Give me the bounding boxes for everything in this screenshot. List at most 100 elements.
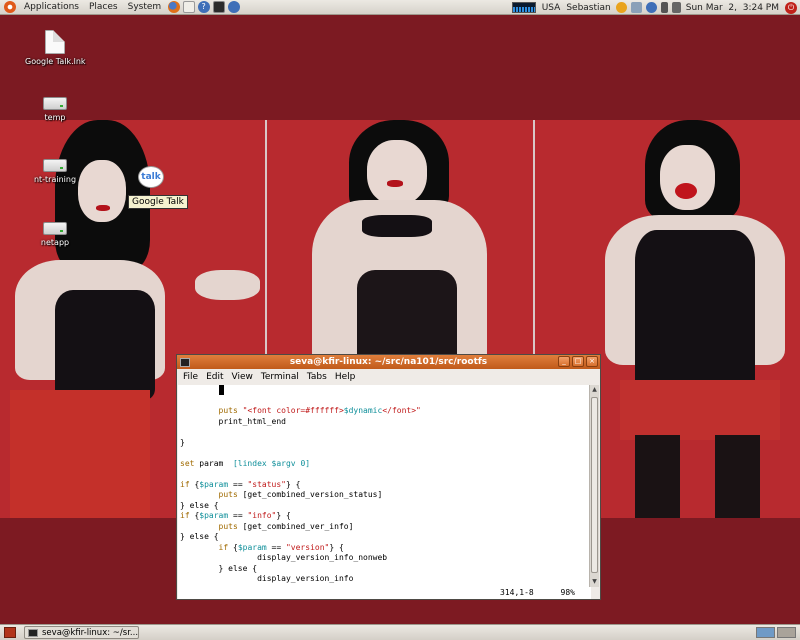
clock[interactable]: Sun Mar 2, 3:24 PM <box>683 3 782 13</box>
scroll-down-arrow-icon[interactable]: ▼ <box>590 577 599 587</box>
code-line: if {$param == "info"} { <box>180 511 591 522</box>
code-token: if <box>180 479 190 489</box>
messenger-icon[interactable] <box>615 2 627 13</box>
top-panel: Applications Places System ? USA Sebasti… <box>0 0 800 15</box>
code-token: } else { <box>180 563 258 573</box>
firefox-launcher-icon[interactable] <box>167 1 180 13</box>
bottom-panel: seva@kfir-linux: ~/sr... <box>0 624 800 640</box>
code-token: == <box>228 479 248 489</box>
code-token: set <box>180 458 195 468</box>
menu-tabs[interactable]: Tabs <box>303 372 331 382</box>
maximize-button[interactable]: □ <box>572 356 584 367</box>
user-name[interactable]: Sebastian <box>563 3 613 13</box>
workspace-2[interactable] <box>777 627 796 638</box>
code-token: { <box>189 479 200 489</box>
code-token: puts <box>218 406 238 415</box>
volume-icon[interactable] <box>671 2 681 13</box>
code-token: $param <box>199 479 229 489</box>
code-line: } <box>180 438 591 449</box>
power-icon[interactable]: ⏻ <box>785 1 797 14</box>
code-line: set param [lindex $argv 0] <box>180 459 591 470</box>
menu-terminal[interactable]: Terminal <box>257 372 303 382</box>
google-talk-icon[interactable]: talk <box>138 166 164 188</box>
terminal-menubar: File Edit View Terminal Tabs Help <box>177 369 600 384</box>
code-line <box>180 385 591 396</box>
menu-edit[interactable]: Edit <box>202 372 227 382</box>
desktop-icon-temp[interactable]: temp <box>25 93 85 123</box>
mail-launcher-icon[interactable] <box>182 1 195 13</box>
close-button[interactable]: × <box>586 356 598 367</box>
minimize-button[interactable]: _ <box>558 356 570 367</box>
code-line: print_html_end <box>180 417 591 428</box>
window-titlebar[interactable]: seva@kfir-linux: ~/src/na101/src/rootfs … <box>177 355 600 369</box>
menu-file[interactable]: File <box>179 372 202 382</box>
code-line: puts "<font color=#ffffff>$dynamic</font… <box>180 406 591 417</box>
scroll-up-arrow-icon[interactable]: ▲ <box>590 385 599 395</box>
keyboard-layout-indicator[interactable]: USA <box>539 3 564 13</box>
code-token: if <box>180 511 190 520</box>
code-token: display_version_info <box>180 574 354 583</box>
code-token: == <box>228 511 248 520</box>
terminal-content[interactable]: puts "<font color=#ffffff>$dynamic</font… <box>178 385 591 587</box>
code-token: } { <box>285 479 301 489</box>
code-token: [get_combined_version_status] <box>237 490 383 499</box>
code-token: puts <box>218 521 238 531</box>
update-notifier-icon[interactable] <box>645 2 657 13</box>
scroll-percent: 98% <box>560 588 575 597</box>
update-launcher-icon[interactable] <box>227 1 240 13</box>
desktop-icon-netapp[interactable]: netapp <box>25 218 85 248</box>
places-menu[interactable]: Places <box>84 2 123 12</box>
code-token: == <box>266 542 286 552</box>
code-token: { <box>228 542 238 552</box>
drive-icon <box>43 222 67 235</box>
drive-icon <box>43 159 67 172</box>
code-token: $dynamic <box>343 406 383 415</box>
system-menu[interactable]: System <box>123 2 167 12</box>
code-line: } else { <box>180 501 591 512</box>
code-token: { <box>189 511 200 520</box>
code-token: [lindex <box>232 458 267 468</box>
code-token: $argv <box>271 458 296 468</box>
code-line: puts [get_combined_ver_info] <box>180 522 591 533</box>
applications-menu[interactable]: Applications <box>19 2 84 12</box>
code-line: if {$param == "status"} { <box>180 480 591 491</box>
code-token: "status" <box>247 479 286 489</box>
workspace-switcher <box>754 627 796 638</box>
battery-icon[interactable] <box>660 2 668 13</box>
tooltip: Google Talk <box>128 195 188 209</box>
network-monitor-icon[interactable] <box>511 2 536 13</box>
text-cursor <box>218 385 224 395</box>
desktop-icon-nt-training[interactable]: nt-training <box>25 155 85 185</box>
terminal-window[interactable]: seva@kfir-linux: ~/src/na101/src/rootfs … <box>176 354 601 600</box>
terminal-launcher-icon[interactable] <box>212 1 225 13</box>
code-line: puts [get_combined_version_status] <box>180 490 591 501</box>
network-icon[interactable] <box>630 2 642 13</box>
desktop-icon-google-talk-lnk[interactable]: Google Talk.lnk <box>25 30 86 67</box>
show-desktop-icon[interactable] <box>4 627 16 638</box>
code-line: } else { <box>180 564 591 575</box>
system-tray: USA Sebastian Sun Mar 2, 3:24 PM ⏻ <box>511 0 800 15</box>
window-title: seva@kfir-linux: ~/src/na101/src/rootfs <box>289 357 488 367</box>
menu-view[interactable]: View <box>228 372 257 382</box>
code-token: } else { <box>180 500 219 510</box>
code-token: display_version_info_nonweb <box>180 553 388 562</box>
code-token: } <box>180 437 185 447</box>
code-token: "version" <box>285 542 330 552</box>
menu-help[interactable]: Help <box>331 372 360 382</box>
taskbar-label: seva@kfir-linux: ~/sr... <box>42 627 139 638</box>
scrollbar[interactable]: ▲ ▼ <box>589 385 599 587</box>
workspace-1[interactable] <box>756 627 775 638</box>
code-token: if <box>218 542 229 552</box>
code-token: [get_combined_ver_info] <box>237 521 354 531</box>
taskbar-button-terminal[interactable]: seva@kfir-linux: ~/sr... <box>24 626 139 639</box>
scroll-thumb[interactable] <box>591 397 598 573</box>
ubuntu-logo-icon[interactable] <box>4 1 16 13</box>
code-token: } { <box>276 511 291 520</box>
help-launcher-icon[interactable]: ? <box>197 1 210 13</box>
